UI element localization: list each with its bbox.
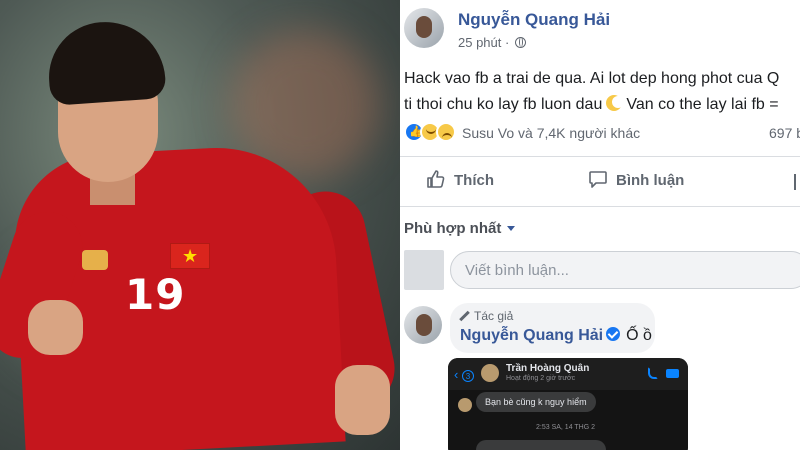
reaction-summary[interactable]: Susu Vo và 7,4K người khác bbox=[462, 125, 640, 141]
divider bbox=[400, 206, 800, 207]
chat-message bbox=[476, 440, 606, 450]
video-camera-icon bbox=[666, 369, 679, 378]
player-left-fist bbox=[28, 300, 83, 355]
player-photo: ★ 19 bbox=[0, 0, 400, 450]
chat-contact-avatar bbox=[481, 364, 499, 382]
post-text: Hack vao fb a trai de qua. Ai lot dep ho… bbox=[404, 66, 800, 118]
author-avatar[interactable] bbox=[404, 8, 444, 48]
phone-icon bbox=[648, 367, 658, 379]
unread-count: 3 bbox=[461, 370, 474, 382]
comment-author[interactable]: Nguyễn Quang Hải Ố ồ bbox=[460, 327, 652, 345]
like-button[interactable]: Thích bbox=[427, 170, 494, 189]
author-badge-label: Tác giả bbox=[474, 309, 514, 323]
like-label: Thích bbox=[454, 172, 494, 189]
comment-sort-dropdown[interactable]: Phù hợp nhất bbox=[404, 220, 516, 237]
thumbs-up-icon bbox=[427, 170, 445, 188]
commenter-avatar[interactable] bbox=[404, 306, 442, 344]
moon-emoji-icon bbox=[606, 95, 625, 111]
verified-icon bbox=[606, 327, 621, 341]
comment-input[interactable] bbox=[450, 251, 800, 289]
jersey-number: 19 bbox=[125, 270, 186, 319]
post-text-segment: Van co the lay lai fb = bbox=[626, 96, 779, 113]
sad-reaction-icon bbox=[436, 122, 456, 142]
chat-screenshot-image[interactable]: ‹ 3 Trần Hoàng Quân Hoạt động 2 giờ trướ… bbox=[448, 358, 688, 450]
post-text-line: Hack vao fb a trai de qua. Ai lot dep ho… bbox=[404, 70, 780, 87]
team-crest-icon bbox=[82, 250, 108, 270]
share-icon[interactable] bbox=[794, 174, 800, 190]
comment-button[interactable]: Bình luận bbox=[589, 171, 685, 189]
current-user-avatar bbox=[404, 250, 444, 290]
globe-icon bbox=[514, 37, 526, 48]
post-author-name[interactable]: Nguyễn Quang Hải bbox=[458, 10, 610, 30]
post-actions: Thích Bình luận bbox=[400, 160, 800, 206]
post-time-text: 25 phút bbox=[458, 35, 502, 50]
author-badge: Tác giả bbox=[460, 309, 513, 323]
chat-contact-status: Hoạt động 2 giờ trước bbox=[506, 375, 576, 382]
caret-down-icon bbox=[507, 226, 516, 231]
reactions-bar[interactable]: 👍 Susu Vo và 7,4K người khác 697 b bbox=[404, 122, 800, 144]
comment-bubble: Tác giả Nguyễn Quang Hải Ố ồ bbox=[450, 303, 655, 353]
player-hair bbox=[45, 18, 167, 106]
comment-icon bbox=[589, 171, 607, 188]
comment-text: Ố ồ bbox=[626, 327, 652, 344]
sort-label-text: Phù hợp nhất bbox=[404, 220, 502, 237]
star-icon: ★ bbox=[182, 246, 199, 266]
post-text-segment: ti thoi chu ko lay fb luon dau bbox=[404, 96, 603, 113]
chat-timestamp: 2:53 SA, 14 THG 2 bbox=[536, 424, 596, 431]
comment-label: Bình luận bbox=[616, 172, 685, 189]
chat-contact-name: Trần Hoàng Quân bbox=[506, 363, 590, 374]
comment-author-name: Nguyễn Quang Hải bbox=[460, 327, 604, 344]
chat-message-avatar bbox=[458, 398, 472, 412]
chat-header: ‹ 3 Trần Hoàng Quân Hoạt động 2 giờ trướ… bbox=[448, 358, 688, 390]
facebook-post: Nguyễn Quang Hải 25 phút · Hack vao fb a… bbox=[400, 0, 800, 450]
comment-count[interactable]: 697 b bbox=[769, 125, 800, 141]
post-text-line: ti thoi chu ko lay fb luon dau Van co the… bbox=[404, 92, 800, 118]
back-chevron-icon: ‹ 3 bbox=[454, 367, 474, 382]
chat-message: Bạn bè cũng k nguy hiểm bbox=[476, 392, 596, 412]
player-right-hand bbox=[335, 365, 390, 435]
vietnam-flag-icon: ★ bbox=[170, 243, 210, 269]
post-timestamp[interactable]: 25 phút · bbox=[458, 35, 526, 50]
pencil-icon bbox=[460, 311, 470, 321]
divider bbox=[400, 156, 800, 157]
